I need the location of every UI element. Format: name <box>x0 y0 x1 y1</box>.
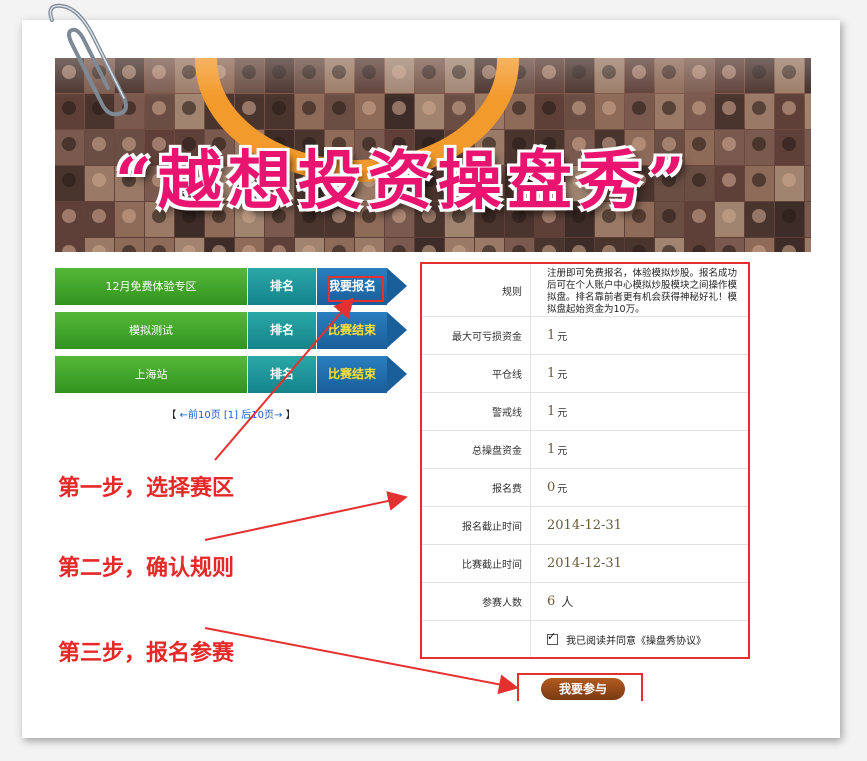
rule-value: 6人 <box>530 583 748 620</box>
rule-label: 平仓线 <box>492 370 522 381</box>
rule-value: 1元 <box>530 393 748 430</box>
zone-name[interactable]: 12月免费体验专区 <box>55 268 247 305</box>
zone-ended-label: 比赛结束 <box>317 312 387 349</box>
paperclip-icon <box>48 3 128 117</box>
rule-value: 2014-12-31 <box>530 507 748 544</box>
rule-row: 报名费 0元 <box>422 469 748 507</box>
arrow-right-icon <box>387 312 407 348</box>
pager-next-link[interactable]: 后10页→ <box>241 410 282 421</box>
agree-row: 我已阅读并同意《操盘秀协议》 <box>422 621 748 657</box>
rule-value: 1元 <box>530 317 748 354</box>
agree-control: 我已阅读并同意《操盘秀协议》 <box>530 621 748 657</box>
signup-highlight-box <box>328 276 384 302</box>
rule-row: 比赛截止时间 2014-12-31 <box>422 545 748 583</box>
pager-prev-link[interactable]: ←前10页 <box>180 410 221 421</box>
rule-description: 注册即可免费报名，体验模拟炒股。报名成功后可在个人账户中心模拟炒股模块之间操作模… <box>530 264 748 316</box>
rule-value: 2014-12-31 <box>530 545 748 582</box>
rule-row: 总操盘资金 1元 <box>422 431 748 469</box>
rule-label: 报名截止时间 <box>462 522 522 533</box>
pager-bracket-open: 【 <box>166 410 177 421</box>
rule-value: 1元 <box>530 431 748 468</box>
rule-row: 最大可亏损资金 1元 <box>422 317 748 355</box>
rule-row: 规则 注册即可免费报名，体验模拟炒股。报名成功后可在个人账户中心模拟炒股模块之间… <box>422 264 748 317</box>
promo-banner: “越想投资操盘秀” <box>55 58 811 252</box>
rule-row: 平仓线 1元 <box>422 355 748 393</box>
rule-label: 报名费 <box>492 484 522 495</box>
pager-bracket-close: 】 <box>285 410 296 421</box>
step-2-label: 第二步，确认规则 <box>58 556 235 581</box>
rules-table: 规则 注册即可免费报名，体验模拟炒股。报名成功后可在个人账户中心模拟炒股模块之间… <box>420 262 750 659</box>
zone-name[interactable]: 模拟测试 <box>55 312 247 349</box>
rule-label: 总操盘资金 <box>472 446 522 457</box>
rule-row: 参赛人数 6人 <box>422 583 748 621</box>
pager-current-page[interactable]: [1] <box>224 410 238 421</box>
rule-row: 警戒线 1元 <box>422 393 748 431</box>
agree-checkbox[interactable] <box>547 630 558 645</box>
zone-rank-button[interactable]: 排名 <box>248 268 316 305</box>
rule-value: 0元 <box>530 469 748 506</box>
rule-label: 警戒线 <box>492 408 522 419</box>
step-3-label: 第三步，报名参赛 <box>58 641 235 666</box>
zone-rank-button[interactable]: 排名 <box>248 356 316 393</box>
pagination: 【 ←前10页 [1] 后10页→ 】 <box>55 406 407 421</box>
banner-title: “越想投资操盘秀” <box>115 144 691 219</box>
rule-row: 报名截止时间 2014-12-31 <box>422 507 748 545</box>
rule-label: 比赛截止时间 <box>462 560 522 571</box>
agree-text[interactable]: 我已阅读并同意《操盘秀协议》 <box>566 632 706 647</box>
zone-rank-button[interactable]: 排名 <box>248 312 316 349</box>
rule-value: 1元 <box>530 355 748 392</box>
zone-name[interactable]: 上海站 <box>55 356 247 393</box>
zone-row-3: 上海站 排名 比赛结束 <box>55 356 407 393</box>
arrow-right-icon <box>387 268 407 304</box>
step-1-label: 第一步，选择赛区 <box>58 476 235 501</box>
rule-label: 最大可亏损资金 <box>452 332 522 343</box>
zone-row-2: 模拟测试 排名 比赛结束 <box>55 312 407 349</box>
zone-ended-label: 比赛结束 <box>317 356 387 393</box>
arrow-right-icon <box>387 356 407 392</box>
rule-label: 规则 <box>502 286 522 298</box>
rule-label: 参赛人数 <box>482 598 522 609</box>
join-button[interactable]: 我要参与 <box>541 678 625 700</box>
